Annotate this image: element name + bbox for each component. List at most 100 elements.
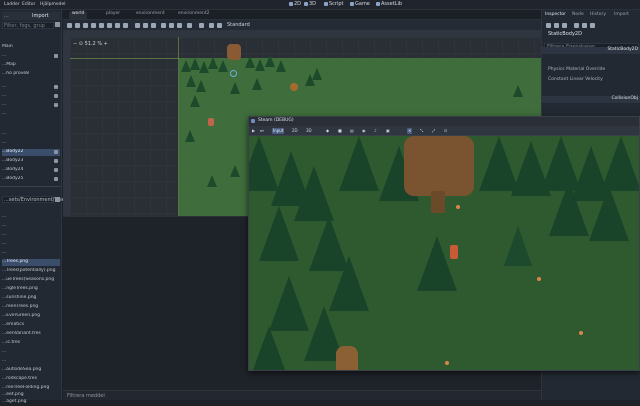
scene-tree-item[interactable]: ...Body25 xyxy=(2,176,60,183)
filesystem-path[interactable]: ...sets/Environment/Trees/T xyxy=(2,196,72,203)
input-button[interactable]: Input xyxy=(272,128,285,134)
more-icon[interactable] xyxy=(151,23,156,28)
pan-tool-icon[interactable] xyxy=(115,23,120,28)
history-icon[interactable] xyxy=(590,23,595,28)
new-resource-icon[interactable] xyxy=(546,23,551,28)
filter-options-icon[interactable] xyxy=(55,22,60,27)
tab-node[interactable]: Node xyxy=(572,12,584,17)
tree-sprite[interactable] xyxy=(208,57,218,69)
node-path[interactable]: StaticBody2D xyxy=(544,31,639,38)
tree-sprite[interactable] xyxy=(255,59,265,71)
file-item[interactable]: ...eenVariant.tres xyxy=(2,331,60,338)
visibility-icon[interactable] xyxy=(54,54,58,58)
file-item[interactable]: ...reenTrees.png xyxy=(2,304,60,311)
file-item[interactable]: ...outsideSea.png xyxy=(2,367,60,374)
3d-button[interactable]: 3D xyxy=(305,128,313,134)
tree-sprite[interactable] xyxy=(245,56,255,68)
big-tree-sprite[interactable] xyxy=(227,44,241,60)
file-item[interactable]: ... xyxy=(2,349,60,356)
tree-sprite[interactable] xyxy=(185,130,195,142)
file-item[interactable]: ...ueTrees(Seasons.png xyxy=(2,277,60,284)
scene-filter-input[interactable]: Filter, fogs, grup xyxy=(2,22,54,29)
scale-tool-icon[interactable] xyxy=(91,23,96,28)
snap-mode-label[interactable]: Standard xyxy=(227,22,250,28)
menu-item-editor[interactable]: Editor xyxy=(22,2,35,7)
rotate-tool-icon[interactable] xyxy=(83,23,88,28)
tree-sprite[interactable] xyxy=(186,75,196,87)
file-item[interactable]: ...eet.png xyxy=(2,392,60,399)
visibility-icon[interactable] xyxy=(54,168,58,172)
file-item[interactable]: ...Trees.png xyxy=(2,259,60,266)
file-item[interactable]: ...Trees(potentially).png xyxy=(2,268,60,275)
tree-sprite[interactable] xyxy=(190,95,200,107)
tab-history[interactable]: History xyxy=(590,12,606,17)
visibility-icon[interactable] xyxy=(54,159,58,163)
scene-tab[interactable]: ... xyxy=(4,13,9,19)
file-item[interactable]: ...reeTreeFolding.png xyxy=(2,385,60,392)
tree-sprite[interactable] xyxy=(196,80,206,92)
scene-tree-item[interactable]: ... xyxy=(2,140,60,147)
player-sprite[interactable] xyxy=(208,118,214,126)
file-item[interactable]: ...aget.png xyxy=(2,399,60,406)
file-item[interactable]: ... xyxy=(2,232,60,239)
select-tool-icon[interactable] xyxy=(67,23,72,28)
snap-icon[interactable] xyxy=(135,23,140,28)
file-item[interactable]: ... xyxy=(2,241,60,248)
paint-icon[interactable] xyxy=(217,23,222,28)
scene-tree-item[interactable]: ... xyxy=(2,102,60,109)
zoom-controls[interactable]: − ⊙ 51.2 % + xyxy=(73,41,108,47)
scene-tree-item[interactable]: ... xyxy=(2,93,60,100)
lock-icon[interactable] xyxy=(161,23,166,28)
forward-icon[interactable] xyxy=(582,23,587,28)
list-tool-icon[interactable] xyxy=(99,23,104,28)
calendar-icon[interactable] xyxy=(55,197,60,202)
scene-tree-item[interactable]: ...Map xyxy=(2,62,60,69)
game-viewport[interactable] xyxy=(249,136,639,370)
workspace-3d-button[interactable]: 3D xyxy=(304,1,316,7)
list-icon[interactable]: ▤ xyxy=(349,128,355,134)
file-item[interactable]: ...sunshine.png xyxy=(2,295,60,302)
load-icon[interactable] xyxy=(554,23,559,28)
file-item[interactable]: ... xyxy=(2,250,60,257)
zoom-level[interactable]: 51.2 % xyxy=(85,41,102,47)
tab-world[interactable]: world xyxy=(69,11,88,19)
zoom-in-icon[interactable]: + xyxy=(104,41,108,47)
tree-sprite[interactable] xyxy=(312,68,322,80)
scene-tree-item[interactable]: Main xyxy=(2,44,60,51)
workspace-2d-button[interactable]: 2D xyxy=(289,1,301,7)
zoom-out-icon[interactable]: − xyxy=(73,41,77,47)
camera-icon[interactable]: ◉ xyxy=(361,128,367,134)
reset-zoom-icon[interactable]: ⊙ xyxy=(79,41,83,47)
file-item[interactable]: ...EverGreen.png xyxy=(2,313,60,320)
visibility-icon[interactable] xyxy=(54,150,58,154)
view-icon[interactable] xyxy=(187,23,192,28)
tree-sprite[interactable] xyxy=(513,85,523,97)
file-item[interactable]: ... xyxy=(2,214,60,221)
hide-icon[interactable]: ■ xyxy=(337,128,343,134)
import-tab[interactable]: Import xyxy=(32,13,49,19)
scene-tree-item[interactable]: ...Body23 xyxy=(2,158,60,165)
sound-icon[interactable]: ♪ xyxy=(373,128,378,134)
workspace-game-button[interactable]: Game xyxy=(350,1,370,7)
scene-tree-item[interactable]: ...ho prove8 xyxy=(2,71,60,78)
property-linear-velocity[interactable]: Constant Linear Velocity xyxy=(548,77,603,82)
tree-sprite[interactable] xyxy=(207,175,217,187)
ruler-tool-icon[interactable] xyxy=(123,23,128,28)
embed-icon[interactable]: ✕ xyxy=(407,128,413,134)
scene-tree-item[interactable]: ... xyxy=(2,111,60,118)
save-icon[interactable] xyxy=(562,23,567,28)
visibility-icon[interactable] xyxy=(54,177,58,181)
tab-inspector[interactable]: Inspector xyxy=(545,12,566,17)
visibility-icon[interactable] xyxy=(54,103,58,107)
scene-tree-item[interactable]: ... xyxy=(2,84,60,91)
pause-icon[interactable]: ▶ xyxy=(251,128,256,134)
file-item[interactable]: ...ic.tres xyxy=(2,340,60,347)
file-item[interactable]: ...rodscape.tres xyxy=(2,376,60,383)
scene-tree-item[interactable]: ... xyxy=(2,53,60,60)
file-item[interactable]: ... xyxy=(2,223,60,230)
pivot-tool-icon[interactable] xyxy=(107,23,112,28)
tree-sprite[interactable] xyxy=(218,60,228,72)
move-tool-icon[interactable] xyxy=(75,23,80,28)
scene-tree-item[interactable]: ...Body22 xyxy=(2,149,60,156)
output-filter-input[interactable]: Filtrera meddel xyxy=(67,393,105,399)
